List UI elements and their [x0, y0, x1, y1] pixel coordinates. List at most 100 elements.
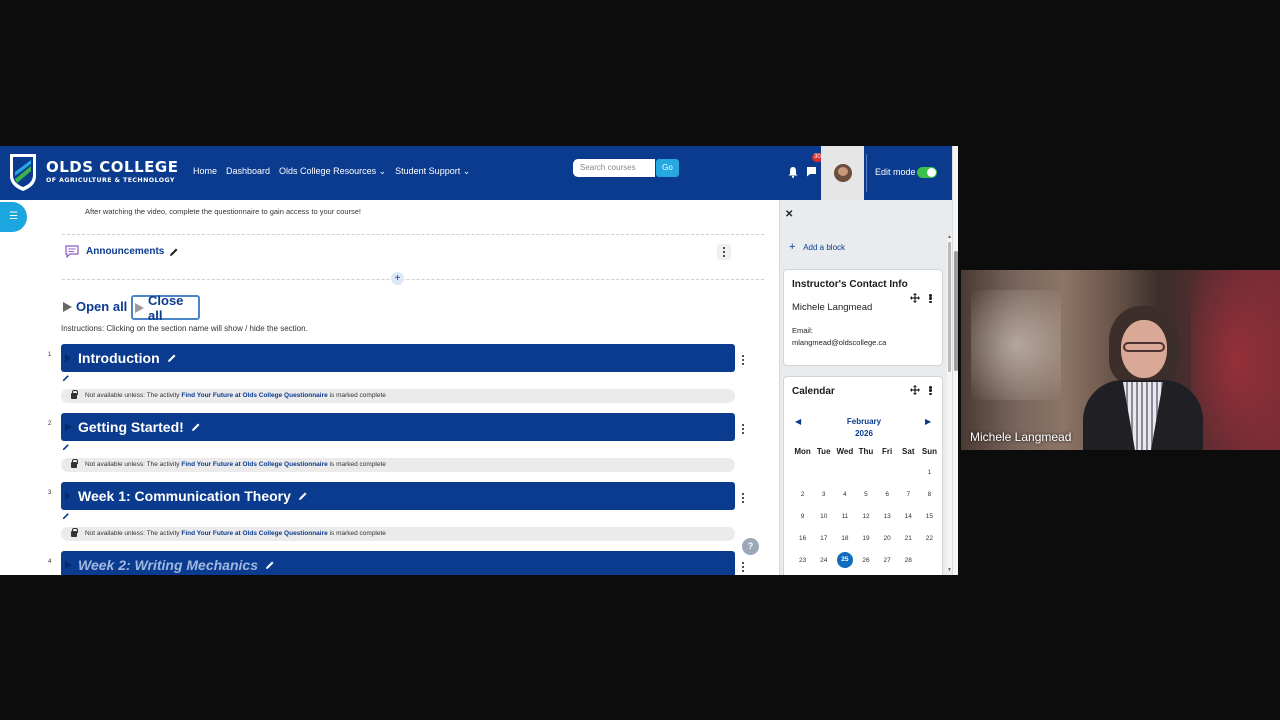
restriction-activity-link[interactable]: Find Your Future at Olds College Questio…	[181, 530, 327, 537]
edit-mode-toggle[interactable]	[917, 167, 937, 178]
open-all-button[interactable]: Open all	[63, 299, 127, 314]
section-title: Week 2: Writing Mechanics	[78, 557, 258, 573]
calendar-day[interactable]: 16	[799, 535, 806, 542]
weekday-label: Wed	[836, 447, 854, 456]
contact-info-block: Instructor's Contact Info Michele Langme…	[783, 269, 943, 366]
edit-pencil-icon[interactable]	[169, 247, 179, 257]
block-actions-menu[interactable]	[929, 386, 932, 395]
calendar-day[interactable]: 20	[884, 535, 891, 542]
calendar-day[interactable]: 21	[905, 535, 912, 542]
glasses	[1123, 342, 1165, 352]
close-icon[interactable]: ✕	[785, 209, 793, 220]
message-icon[interactable]	[806, 166, 817, 177]
block-drawer: ✕ + Add a block Instructor's Contact Inf…	[779, 200, 958, 575]
announcements-activity[interactable]: Announcements	[65, 245, 179, 258]
calendar-day[interactable]: 7	[906, 491, 910, 498]
block-actions-menu[interactable]	[929, 294, 932, 303]
weekday-label: Fri	[882, 447, 893, 456]
collapse-arrow-icon	[65, 561, 71, 569]
calendar-day[interactable]: 11	[841, 513, 848, 520]
close-all-button[interactable]: Close all	[131, 293, 200, 323]
calendar-day[interactable]: 3	[822, 491, 826, 498]
restriction-activity-link[interactable]: Find Your Future at Olds College Questio…	[181, 461, 327, 468]
participant-name: Michele Langmead	[970, 430, 1072, 444]
announcements-link[interactable]: Announcements	[86, 246, 164, 257]
announcements-actions-menu[interactable]	[717, 244, 731, 260]
calendar-day[interactable]: 10	[820, 513, 827, 520]
email-label: Email:	[792, 326, 813, 335]
edit-pencil-icon[interactable]	[62, 512, 70, 520]
help-button[interactable]: ?	[742, 538, 759, 555]
lock-icon	[71, 390, 78, 399]
notification-bell-icon[interactable]	[788, 166, 798, 178]
edit-pencil-icon[interactable]	[167, 353, 177, 363]
section-actions-menu[interactable]	[736, 490, 750, 506]
edit-pencil-icon[interactable]	[62, 374, 70, 382]
calendar-day[interactable]: 26	[862, 557, 869, 564]
page-scrollbar[interactable]	[952, 146, 958, 575]
collapse-arrow-icon	[65, 423, 71, 431]
lock-icon	[71, 528, 78, 537]
add-content-icon[interactable]: +	[391, 272, 404, 285]
course-index-toggle-button[interactable]: ☰	[0, 202, 27, 232]
weekday-label: Tue	[816, 447, 831, 456]
search-go-button[interactable]: Go	[656, 159, 679, 177]
calendar-day[interactable]: 19	[862, 535, 869, 542]
nav-resources[interactable]: Olds College Resources ⌄	[279, 166, 386, 177]
nav-dashboard[interactable]: Dashboard	[226, 166, 270, 177]
calendar-day[interactable]: 13	[884, 513, 891, 520]
nav-home[interactable]: Home	[193, 166, 217, 177]
search-input[interactable]: Search courses	[573, 159, 655, 177]
edit-pencil-icon[interactable]	[62, 443, 70, 451]
section-header-introduction[interactable]: Introduction	[61, 344, 735, 372]
calendar-day[interactable]: 22	[926, 535, 933, 542]
nav-support[interactable]: Student Support ⌄	[395, 166, 470, 177]
calendar-day[interactable]: 23	[799, 557, 806, 564]
calendar-day[interactable]: 9	[801, 513, 805, 520]
section-title: Getting Started!	[78, 419, 184, 435]
section-number: 4	[48, 559, 52, 565]
edit-pencil-icon[interactable]	[265, 560, 275, 570]
user-menu[interactable]	[821, 146, 864, 200]
section-actions-menu[interactable]	[736, 559, 750, 575]
calendar-day[interactable]: 17	[820, 535, 827, 542]
calendar-day[interactable]: 8	[928, 491, 932, 498]
section-header-week-1[interactable]: Week 1: Communication Theory	[61, 482, 735, 510]
section-header-getting-started[interactable]: Getting Started!	[61, 413, 735, 441]
restriction-notice: Not available unless: The activity Find …	[61, 389, 735, 403]
calendar-day[interactable]: 28	[905, 557, 912, 564]
calendar-day[interactable]: 15	[926, 513, 933, 520]
section-actions-menu[interactable]	[736, 352, 750, 368]
restriction-notice: Not available unless: The activity Find …	[61, 527, 735, 541]
edit-pencil-icon[interactable]	[298, 491, 308, 501]
college-logo[interactable]: OLDS COLLEGE OF AGRICULTURE & TECHNOLOGY	[8, 152, 178, 192]
calendar-day[interactable]: 14	[905, 513, 912, 520]
add-block-button[interactable]: + Add a block	[789, 241, 845, 253]
calendar-day[interactable]: 2	[801, 491, 805, 498]
calendar-month[interactable]: February	[784, 416, 944, 428]
calendar-day[interactable]: 4	[843, 491, 847, 498]
calendar-day[interactable]: 24	[820, 557, 827, 564]
shield-logo-icon	[10, 154, 36, 191]
calendar-day[interactable]: 1	[928, 469, 932, 476]
calendar-day[interactable]: 6	[885, 491, 889, 498]
section-header-week-2[interactable]: Week 2: Writing Mechanics	[61, 551, 735, 575]
edit-pencil-icon[interactable]	[191, 422, 201, 432]
divider	[62, 279, 764, 280]
section-actions-menu[interactable]	[736, 421, 750, 437]
restriction-suffix: is marked complete	[329, 461, 386, 468]
instructor-email[interactable]: mlangmead@oldscollege.ca	[792, 338, 886, 347]
calendar-day[interactable]: 5	[864, 491, 868, 498]
calendar-day[interactable]: 25	[836, 552, 853, 568]
weekday-label: Sun	[921, 447, 937, 456]
calendar-day[interactable]: 27	[884, 557, 891, 564]
move-icon[interactable]	[910, 293, 920, 303]
participant-video: Michele Langmead	[961, 270, 1280, 450]
shared-screen: OLDS COLLEGE OF AGRICULTURE & TECHNOLOGY…	[0, 146, 958, 575]
collapse-arrow-icon	[65, 492, 71, 500]
move-icon[interactable]	[910, 385, 920, 395]
calendar-day[interactable]: 18	[841, 535, 848, 542]
forum-icon	[65, 245, 79, 258]
calendar-day[interactable]: 12	[862, 513, 869, 520]
restriction-activity-link[interactable]: Find Your Future at Olds College Questio…	[181, 392, 327, 399]
